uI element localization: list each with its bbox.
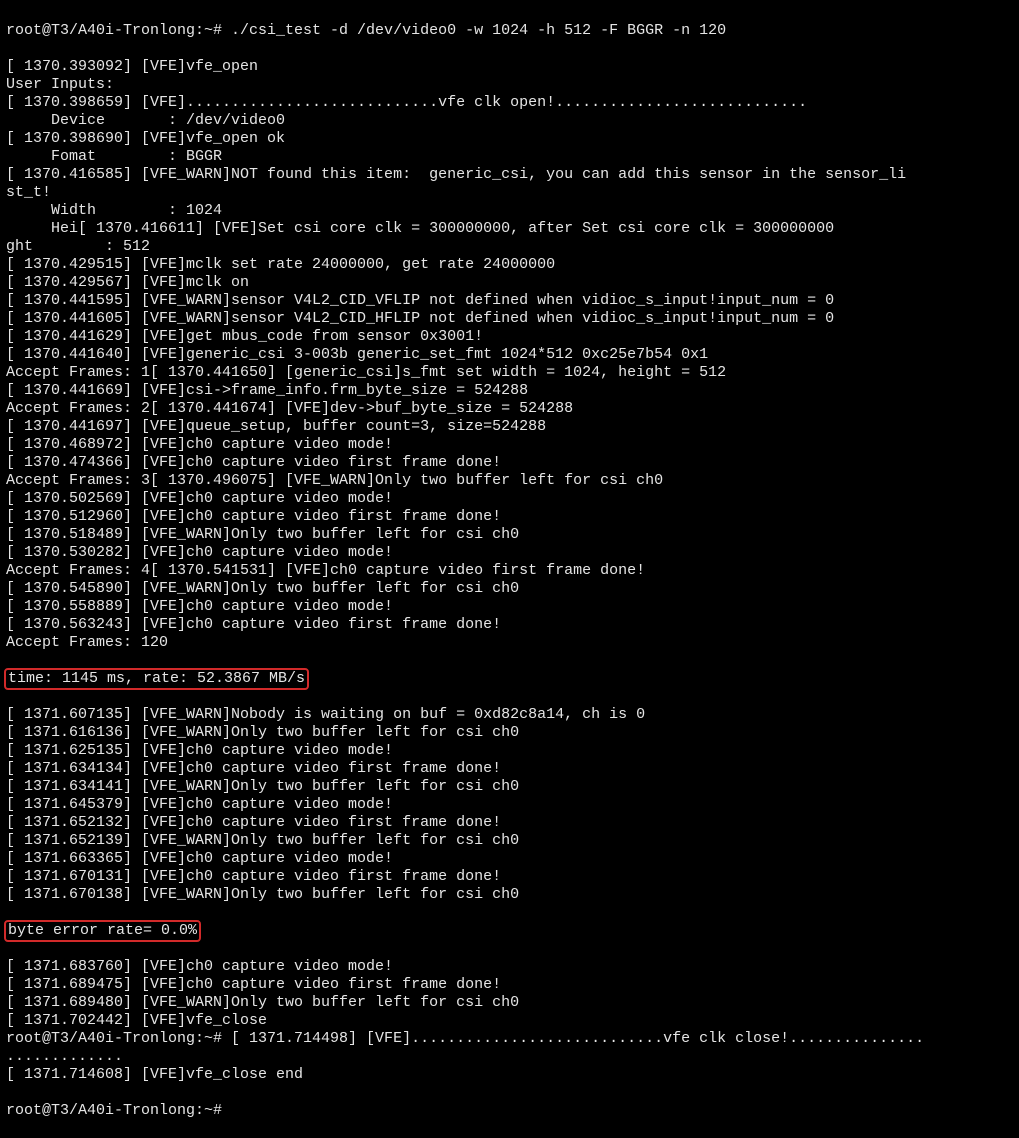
- log-block-b: [ 1371.607135] [VFE_WARN]Nobody is waiti…: [6, 706, 1013, 904]
- log-line: [ 1370.558889] [VFE]ch0 capture video mo…: [6, 598, 1013, 616]
- log-line: [ 1370.441629] [VFE]get mbus_code from s…: [6, 328, 1013, 346]
- log-line: [ 1370.530282] [VFE]ch0 capture video mo…: [6, 544, 1013, 562]
- log-line: [ 1370.545890] [VFE_WARN]Only two buffer…: [6, 580, 1013, 598]
- shell-prompt-command: root@T3/A40i-Tronlong:~# ./csi_test -d /…: [6, 22, 1013, 40]
- log-line: [ 1371.714608] [VFE]vfe_close end: [6, 1066, 1013, 1084]
- log-line: [ 1370.512960] [VFE]ch0 capture video fi…: [6, 508, 1013, 526]
- log-line: [ 1370.429567] [VFE]mclk on: [6, 274, 1013, 292]
- log-line: [ 1370.441640] [VFE]generic_csi 3-003b g…: [6, 346, 1013, 364]
- log-line: [ 1371.670138] [VFE_WARN]Only two buffer…: [6, 886, 1013, 904]
- log-line: [ 1371.652132] [VFE]ch0 capture video fi…: [6, 814, 1013, 832]
- log-line: [ 1370.518489] [VFE_WARN]Only two buffer…: [6, 526, 1013, 544]
- log-block-a: [ 1370.393092] [VFE]vfe_openUser Inputs:…: [6, 58, 1013, 652]
- log-line: [ 1371.683760] [VFE]ch0 capture video mo…: [6, 958, 1013, 976]
- log-line: Hei[ 1370.416611] [VFE]Set csi core clk …: [6, 220, 1013, 238]
- log-line: [ 1370.474366] [VFE]ch0 capture video fi…: [6, 454, 1013, 472]
- log-block-c: [ 1371.683760] [VFE]ch0 capture video mo…: [6, 958, 1013, 1084]
- log-line: ght : 512: [6, 238, 1013, 256]
- log-line: Accept Frames: 3[ 1370.496075] [VFE_WARN…: [6, 472, 1013, 490]
- log-line: [ 1370.429515] [VFE]mclk set rate 240000…: [6, 256, 1013, 274]
- log-line: Accept Frames: 4[ 1370.541531] [VFE]ch0 …: [6, 562, 1013, 580]
- log-line: [ 1371.702442] [VFE]vfe_close: [6, 1012, 1013, 1030]
- log-line: root@T3/A40i-Tronlong:~# [ 1371.714498] …: [6, 1030, 1013, 1048]
- log-line: [ 1371.634134] [VFE]ch0 capture video fi…: [6, 760, 1013, 778]
- terminal-output[interactable]: root@T3/A40i-Tronlong:~# ./csi_test -d /…: [6, 4, 1013, 1138]
- log-line: [ 1370.502569] [VFE]ch0 capture video mo…: [6, 490, 1013, 508]
- log-line: st_t!: [6, 184, 1013, 202]
- log-line: [ 1370.416585] [VFE_WARN]NOT found this …: [6, 166, 1013, 184]
- log-line: [ 1370.441605] [VFE_WARN]sensor V4L2_CID…: [6, 310, 1013, 328]
- log-line: [ 1371.625135] [VFE]ch0 capture video mo…: [6, 742, 1013, 760]
- log-line: Width : 1024: [6, 202, 1013, 220]
- log-line: [ 1371.607135] [VFE_WARN]Nobody is waiti…: [6, 706, 1013, 724]
- log-line: [ 1370.393092] [VFE]vfe_open: [6, 58, 1013, 76]
- log-line: [ 1371.645379] [VFE]ch0 capture video mo…: [6, 796, 1013, 814]
- log-line: [ 1370.398659] [VFE]....................…: [6, 94, 1013, 112]
- log-line: [ 1371.689480] [VFE_WARN]Only two buffer…: [6, 994, 1013, 1012]
- log-line: Device : /dev/video0: [6, 112, 1013, 130]
- log-line: [ 1370.441697] [VFE]queue_setup, buffer …: [6, 418, 1013, 436]
- log-line: [ 1370.468972] [VFE]ch0 capture video mo…: [6, 436, 1013, 454]
- shell-prompt-idle: root@T3/A40i-Tronlong:~#: [6, 1102, 1013, 1120]
- log-line: .............: [6, 1048, 1013, 1066]
- log-line: [ 1371.689475] [VFE]ch0 capture video fi…: [6, 976, 1013, 994]
- log-line: [ 1371.616136] [VFE_WARN]Only two buffer…: [6, 724, 1013, 742]
- log-line: User Inputs:: [6, 76, 1013, 94]
- highlight-rate-line: time: 1145 ms, rate: 52.3867 MB/s: [4, 668, 309, 690]
- log-line: [ 1371.634141] [VFE_WARN]Only two buffer…: [6, 778, 1013, 796]
- log-line: [ 1370.441595] [VFE_WARN]sensor V4L2_CID…: [6, 292, 1013, 310]
- log-line: [ 1371.652139] [VFE_WARN]Only two buffer…: [6, 832, 1013, 850]
- log-line: Accept Frames: 2[ 1370.441674] [VFE]dev-…: [6, 400, 1013, 418]
- log-line: [ 1370.398690] [VFE]vfe_open ok: [6, 130, 1013, 148]
- log-line: [ 1371.670131] [VFE]ch0 capture video fi…: [6, 868, 1013, 886]
- log-line: Accept Frames: 1[ 1370.441650] [generic_…: [6, 364, 1013, 382]
- log-line: [ 1370.563243] [VFE]ch0 capture video fi…: [6, 616, 1013, 634]
- log-line: Accept Frames: 120: [6, 634, 1013, 652]
- log-line: [ 1371.663365] [VFE]ch0 capture video mo…: [6, 850, 1013, 868]
- log-line: [ 1370.441669] [VFE]csi->frame_info.frm_…: [6, 382, 1013, 400]
- log-line: Fomat : BGGR: [6, 148, 1013, 166]
